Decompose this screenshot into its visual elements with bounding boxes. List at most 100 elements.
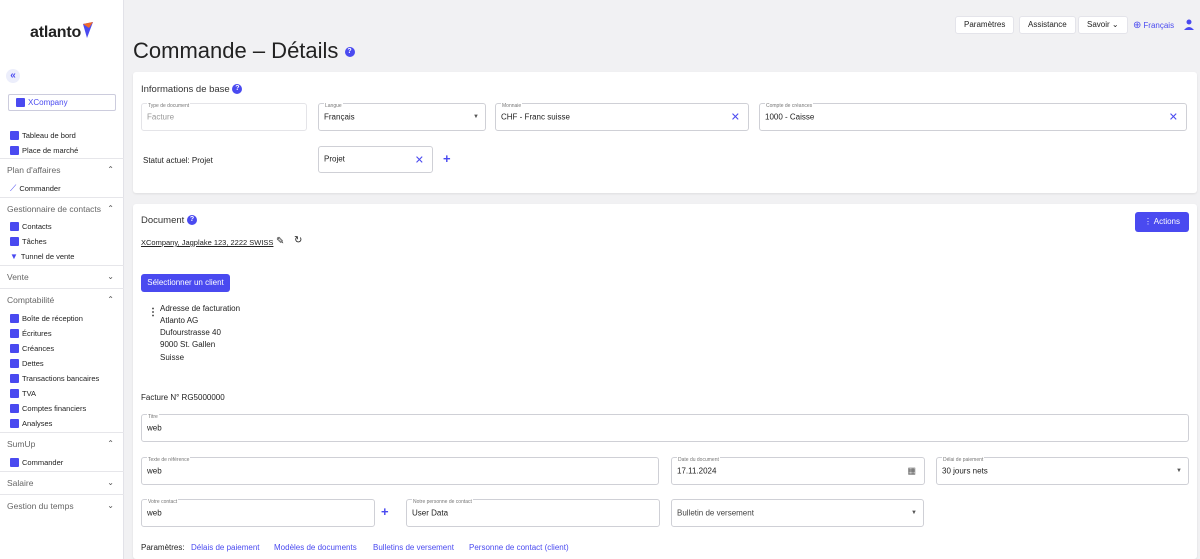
clear-icon[interactable]: ✕ <box>1169 111 1178 124</box>
help-button[interactable]: Assistance <box>1019 16 1076 34</box>
language-select[interactable]: Langue Français ▼ <box>318 103 486 131</box>
help-icon[interactable]: ? <box>232 84 243 95</box>
field-label: Compte de créances <box>765 103 814 109</box>
section-accounting[interactable]: Comptabilité ⌃ <box>0 288 124 310</box>
payment-slips-link[interactable]: Bulletins de versement <box>373 543 454 552</box>
section-label: SumUp <box>7 439 36 449</box>
billing-line: Atlanto AG <box>160 316 199 325</box>
section-contacts[interactable]: Gestionnaire de contacts ⌃ <box>0 197 124 219</box>
language-label: Français <box>1143 21 1175 30</box>
reference-text-field[interactable]: Texte de référence web <box>141 457 659 485</box>
actions-button[interactable]: ⋮ Actions <box>1135 212 1189 232</box>
sidebar-item-inbox[interactable]: Boîte de réception <box>10 312 83 324</box>
section-sumup[interactable]: SumUp ⌃ <box>0 432 124 454</box>
calendar-icon[interactable]: ▦ <box>907 466 916 477</box>
section-sales[interactable]: Vente ⌄ <box>0 265 124 287</box>
section-plan[interactable]: Plan d'affaires ⌃ <box>0 158 124 180</box>
sidebar-item-commander[interactable]: ⟋ Commander <box>10 182 61 194</box>
actions-label: Actions <box>1153 217 1180 226</box>
add-contact-button[interactable]: + <box>381 504 389 519</box>
chevron-down-icon: ⌄ <box>1111 20 1119 29</box>
field-label: Date du document <box>677 457 720 463</box>
sidebar-item-label: Transactions bancaires <box>22 373 100 383</box>
sidebar-item-label: Commander <box>22 457 64 467</box>
help-icon[interactable]: ? <box>344 47 355 58</box>
document-templates-link[interactable]: Modèles de documents <box>274 543 357 552</box>
field-value: web <box>147 423 162 433</box>
clear-icon[interactable]: ✕ <box>415 153 424 166</box>
section-salary[interactable]: Salaire ⌄ <box>0 471 124 493</box>
field-value: web <box>147 508 162 518</box>
sidebar-item-label: Dettes <box>22 358 44 368</box>
payment-slip-select[interactable]: Bulletin de versement ▼ <box>671 499 924 527</box>
field-label: Votre contact <box>147 499 179 505</box>
client-contact-person-link[interactable]: Personne de contact (client) <box>469 543 569 552</box>
chevron-down-icon: ⌄ <box>107 272 114 281</box>
billing-line: 9000 St. Gallen <box>160 340 216 349</box>
sidebar-item-label: TVA <box>22 388 37 398</box>
inbox-icon <box>10 313 19 323</box>
add-status-button[interactable]: + <box>443 151 451 166</box>
field-label: Monnaie <box>501 103 523 109</box>
know-button[interactable]: Savoir ⌄ <box>1078 16 1128 34</box>
sidebar-item-bank[interactable]: Transactions bancaires <box>10 372 99 384</box>
sender-address-link[interactable]: XCompany, Jagplake 123, 2222 SWISS <box>141 238 273 247</box>
help-icon[interactable]: ? <box>186 215 197 226</box>
select-client-button[interactable]: Sélectionner un client <box>141 274 230 292</box>
section-time[interactable]: Gestion du temps ⌄ <box>0 494 124 516</box>
section-label: Comptabilité <box>7 295 55 305</box>
document-date-field[interactable]: Date du document 17.11.2024 ▦ <box>671 457 925 485</box>
sidebar-item-entries[interactable]: Écritures <box>10 327 52 339</box>
company-name: XCompany <box>28 98 68 107</box>
company-selector[interactable]: XCompany <box>8 94 116 111</box>
collapse-sidebar-button[interactable]: « <box>6 69 20 83</box>
sidebar-item-funnel[interactable]: ▼ Tunnel de vente <box>10 250 74 262</box>
sidebar-item-debts[interactable]: Dettes <box>10 357 44 369</box>
sidebar-item-marketplace[interactable]: Place de marché <box>10 144 78 156</box>
refresh-icon[interactable]: ↻ <box>294 235 302 246</box>
sidebar-item-label: Boîte de réception <box>22 313 83 323</box>
sidebar-item-dashboard[interactable]: Tableau de bord <box>10 129 76 141</box>
dropdown-arrow-icon: ▼ <box>911 510 917 516</box>
billing-heading: Adresse de facturation <box>160 304 241 313</box>
funnel-icon: ▼ <box>10 251 18 261</box>
payment-terms-link[interactable]: Délais de paiement <box>191 543 259 552</box>
sidebar-item-receivables[interactable]: Créances <box>10 342 54 354</box>
your-contact-field[interactable]: Votre contact web <box>141 499 375 527</box>
params-button[interactable]: Paramètres <box>955 16 1015 34</box>
section-label: Plan d'affaires <box>7 165 61 175</box>
sidebar-item-accounts[interactable]: Comptes financiers <box>10 402 86 414</box>
sidebar-item-vat[interactable]: TVA <box>10 387 36 399</box>
title-field[interactable]: Titre web <box>141 414 1189 442</box>
clear-icon[interactable]: ✕ <box>731 111 740 124</box>
user-icon[interactable] <box>1184 19 1194 30</box>
sidebar-item-label: Contacts <box>22 221 52 231</box>
contacts-icon <box>10 221 19 231</box>
sidebar-item-tasks[interactable]: Tâches <box>10 235 47 247</box>
receivable-account-select[interactable]: Compte de créances 1000 - Caisse ✕ <box>759 103 1187 131</box>
globe-icon: ⊕ <box>1133 20 1142 31</box>
atlanto-logo[interactable]: atlanto <box>30 24 81 42</box>
chevron-up-icon: ⌃ <box>107 165 114 174</box>
more-vertical-icon[interactable]: ⋮ <box>148 307 158 318</box>
field-value: Facture <box>147 112 175 122</box>
our-contact-field[interactable]: Notre personne de contact User Data <box>406 499 660 527</box>
know-label: Savoir <box>1087 20 1110 29</box>
edit-icon[interactable]: ✎ <box>276 236 284 247</box>
currency-select[interactable]: Monnaie CHF - Franc suisse ✕ <box>495 103 749 131</box>
sidebar-item-analyses[interactable]: Analyses <box>10 417 52 429</box>
invoice-number: Facture N° RG5000000 <box>141 393 225 402</box>
sidebar-item-label: Écritures <box>22 328 52 338</box>
sidebar-item-contacts[interactable]: Contacts <box>10 220 52 232</box>
trend-icon: ⟋ <box>10 182 17 193</box>
language-selector[interactable]: ⊕ Français <box>1133 20 1174 31</box>
sidebar-item-label: Tableau de bord <box>22 130 76 140</box>
field-value: CHF - Franc suisse <box>501 112 570 122</box>
building-icon <box>16 98 25 107</box>
payment-term-select[interactable]: Délai de paiement 30 jours nets ▼ <box>936 457 1189 485</box>
more-vertical-icon: ⋮ <box>1143 217 1152 226</box>
section-label: Salaire <box>7 478 34 488</box>
status-chip-field[interactable]: Projet ✕ <box>318 146 433 173</box>
basic-info-title: Informations de base ? <box>141 84 243 95</box>
sidebar-item-sumup-commander[interactable]: Commander <box>10 456 63 468</box>
